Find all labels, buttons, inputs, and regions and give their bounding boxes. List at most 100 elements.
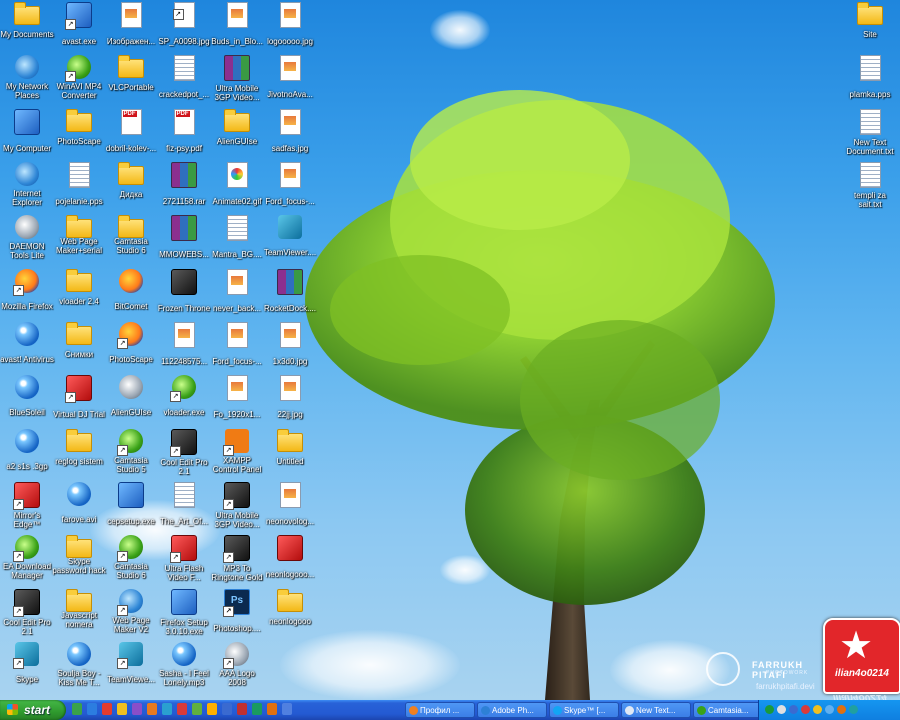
taskbar-button[interactable]: Skype™ [...: [549, 702, 619, 718]
desktop-icon[interactable]: MP3 To Ringtone Gold: [210, 533, 264, 585]
quick-launch-icon[interactable]: [237, 703, 247, 715]
desktop-icon[interactable]: Animate02.gif: [210, 160, 264, 209]
desktop-icon[interactable]: AlienGUIse: [104, 373, 158, 420]
desktop-icon[interactable]: Virtual DJ Trial: [52, 373, 106, 422]
desktop-icon[interactable]: a2 s1s .3gp: [0, 427, 54, 474]
quick-launch-icon[interactable]: [207, 703, 217, 715]
desktop-icon[interactable]: Internet Explorer: [0, 160, 54, 210]
desktop-icon[interactable]: Снимки: [52, 320, 106, 362]
quick-launch-icon[interactable]: [267, 703, 277, 715]
desktop-icon[interactable]: Ford_focus-...: [263, 160, 317, 209]
desktop-icon[interactable]: logooooo.jpg: [263, 0, 317, 49]
desktop-icon[interactable]: 1x3d0.jpg: [263, 320, 317, 369]
desktop-icon[interactable]: Camtasia Studio 6: [104, 533, 158, 583]
desktop-icon[interactable]: Cool Edit Pro 2.1: [0, 587, 54, 639]
desktop-icon[interactable]: RocketDock....: [263, 267, 317, 316]
desktop-icon[interactable]: vloader 2.4: [52, 267, 106, 309]
desktop-icon[interactable]: neonovolog...: [263, 480, 317, 529]
tray-icon[interactable]: [789, 705, 798, 714]
desktop-icon[interactable]: fiz-psy.pdf: [157, 107, 211, 156]
desktop-icon[interactable]: Soulja Boy - Kiss Me T...: [52, 640, 106, 690]
taskbar-button[interactable]: New Text...: [621, 702, 691, 718]
desktop-icon[interactable]: Camtasia Studio 5: [104, 427, 158, 477]
desktop-icon[interactable]: MMOWEBS...: [157, 213, 211, 262]
desktop-icon[interactable]: VLCPortable: [104, 53, 158, 95]
desktop-icon[interactable]: The_Art_Of...: [157, 480, 211, 529]
desktop-icon[interactable]: AlienGUIse: [210, 107, 264, 149]
desktop-icon[interactable]: sadfas.jpg: [263, 107, 317, 156]
taskbar-button[interactable]: Camtasia...: [693, 702, 763, 718]
desktop-icon[interactable]: templi za sait.txt: [843, 160, 897, 212]
quick-launch-icon[interactable]: [252, 703, 262, 715]
desktop-icon[interactable]: avast.exe: [52, 0, 106, 49]
desktop-icon[interactable]: SP_A0098.jpg: [157, 0, 211, 49]
desktop-icon[interactable]: Ultra Mobile 3GP Video...: [210, 53, 264, 105]
desktop-icon[interactable]: 112248575...: [157, 320, 211, 369]
quick-launch-icon[interactable]: [192, 703, 202, 715]
desktop-icon[interactable]: BitComet: [104, 267, 158, 314]
tray-icon[interactable]: [801, 705, 810, 714]
quick-launch-icon[interactable]: [162, 703, 172, 715]
desktop-icon[interactable]: Sasha - I Feel Lonely.mp3: [157, 640, 211, 690]
desktop-icon[interactable]: XAMPP Control Panel: [210, 427, 264, 477]
desktop-icon[interactable]: Mozilla Firefox: [0, 267, 54, 314]
desktop-icon[interactable]: My Documents: [0, 0, 54, 42]
desktop-icon[interactable]: vloader.exe: [157, 373, 211, 420]
desktop[interactable]: My Documents avast.exe Изображен...SP_A009…: [0, 0, 900, 700]
quick-launch-icon[interactable]: [102, 703, 112, 715]
desktop-icon[interactable]: crackedpot_...: [157, 53, 211, 102]
desktop-icon[interactable]: 2721158.rar: [157, 160, 211, 209]
desktop-icon[interactable]: Camtasia Studio 6: [104, 213, 158, 258]
quick-launch-icon[interactable]: [87, 703, 97, 715]
desktop-icon[interactable]: My Network Places: [0, 53, 54, 103]
desktop-icon[interactable]: Дидка: [104, 160, 158, 202]
desktop-icon[interactable]: PhotoScape: [104, 320, 158, 367]
desktop-icon[interactable]: Firefox Setup 3.0.10.exe: [157, 587, 211, 639]
desktop-icon[interactable]: reglog sistem: [52, 427, 106, 469]
desktop-icon[interactable]: neonlogooo...: [263, 533, 317, 582]
desktop-icon[interactable]: neonlogooo: [263, 587, 317, 629]
desktop-icon[interactable]: avast! Antivirus: [0, 320, 54, 367]
desktop-icon[interactable]: 22jj.jpg: [263, 373, 317, 422]
tray-icon[interactable]: [825, 705, 834, 714]
quick-launch-icon[interactable]: [222, 703, 232, 715]
desktop-icon[interactable]: never_back...: [210, 267, 264, 316]
desktop-icon[interactable]: TeamViewer....: [263, 213, 317, 260]
quick-launch-icon[interactable]: [132, 703, 142, 715]
desktop-icon[interactable]: Javascript nomera: [52, 587, 106, 632]
start-button[interactable]: start: [0, 700, 66, 720]
quick-launch-icon[interactable]: [72, 703, 82, 715]
taskbar-button[interactable]: Профил ...: [405, 702, 475, 718]
desktop-icon[interactable]: plamka.pps: [843, 53, 897, 102]
quick-launch-icon[interactable]: [177, 703, 187, 715]
desktop-icon[interactable]: Mantra_BG....: [210, 213, 264, 262]
desktop-icon[interactable]: My Computer: [0, 107, 54, 156]
desktop-icon[interactable]: Ultra Flash Video F...: [157, 533, 211, 585]
desktop-icon[interactable]: Ps Photoshop....: [210, 587, 264, 636]
desktop-icon[interactable]: dobril-kolev-...: [104, 107, 158, 156]
desktop-icon[interactable]: Изображен...: [104, 0, 158, 49]
desktop-icon[interactable]: DAEMON Tools Lite: [0, 213, 54, 263]
desktop-icon[interactable]: EA Download Manager: [0, 533, 54, 583]
desktop-icon[interactable]: Cool Edit Pro 2.1: [157, 427, 211, 479]
quick-launch-icon[interactable]: [117, 703, 127, 715]
desktop-icon[interactable]: Web Page Maker V2: [104, 587, 158, 637]
desktop-icon[interactable]: Mirror's Edge™: [0, 480, 54, 532]
desktop-icon[interactable]: Buds_in_Blo...: [210, 0, 264, 49]
desktop-icon[interactable]: Ultra Mobile 3GP Video...: [210, 480, 264, 532]
desktop-icon[interactable]: farove.avi: [52, 480, 106, 527]
quick-launch-icon[interactable]: [282, 703, 292, 715]
desktop-icon[interactable]: Site: [843, 0, 897, 42]
desktop-icon[interactable]: cepsetup.exe: [104, 480, 158, 529]
desktop-icon[interactable]: Frozen Throne: [157, 267, 211, 316]
tray-icon[interactable]: [837, 705, 846, 714]
desktop-icon[interactable]: Web Page Maker+serial: [52, 213, 106, 258]
desktop-icon[interactable]: New Text Document.txt: [843, 107, 897, 159]
tray-icon[interactable]: [777, 705, 786, 714]
desktop-icon[interactable]: JivotnoAva...: [263, 53, 317, 102]
desktop-icon[interactable]: PhotoScape: [52, 107, 106, 149]
desktop-icon[interactable]: AAA Logo 2008: [210, 640, 264, 690]
desktop-icon[interactable]: Skype password hack: [52, 533, 106, 578]
desktop-icon[interactable]: TeamViewe...: [104, 640, 158, 687]
desktop-icon[interactable]: Untitled: [263, 427, 317, 469]
